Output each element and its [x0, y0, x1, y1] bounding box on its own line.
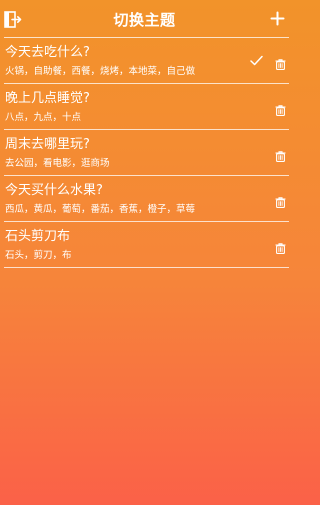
plus-icon [270, 11, 285, 26]
theme-row[interactable]: 周末去哪里玩? 去公园，看电影，逛商场 [0, 130, 289, 175]
theme-row[interactable]: 今天买什么水果? 西瓜，黄瓜，葡萄，番茄，香蕉，橙子，草莓 [0, 176, 289, 221]
delete-theme-button[interactable] [275, 147, 286, 162]
trash-icon [275, 59, 286, 70]
theme-title: 今天去吃什么? [5, 45, 90, 60]
theme-list: 今天去吃什么? 火锅，自助餐，西餐，烧烤，本地菜，自己做 晚上几点睡觉? 八点，… [0, 37, 289, 268]
theme-options: 八点，九点，十点 [5, 112, 82, 123]
theme-options: 石头，剪刀，布 [5, 250, 72, 261]
theme-title: 今天买什么水果? [5, 183, 103, 198]
trash-icon [275, 197, 286, 208]
trash-icon [275, 243, 286, 254]
theme-title: 晚上几点睡觉? [5, 91, 90, 106]
check-icon [250, 55, 263, 66]
theme-row[interactable]: 石头剪刀布 石头，剪刀，布 [0, 222, 289, 267]
delete-theme-button[interactable] [275, 193, 286, 208]
delete-theme-button[interactable] [275, 101, 286, 116]
theme-row[interactable]: 今天去吃什么? 火锅，自助餐，西餐，烧烤，本地菜，自己做 [0, 38, 289, 83]
trash-icon [275, 105, 286, 116]
add-theme-button[interactable] [270, 11, 285, 26]
delete-theme-button[interactable] [275, 55, 286, 70]
theme-options: 火锅，自助餐，西餐，烧烤，本地菜，自己做 [5, 66, 196, 77]
theme-options: 西瓜，黄瓜，葡萄，番茄，香蕉，橙子，草莓 [5, 204, 196, 215]
header-bar: 切换主题 [0, 0, 289, 38]
divider [4, 267, 289, 268]
delete-theme-button[interactable] [275, 239, 286, 254]
theme-title: 周末去哪里玩? [5, 137, 90, 152]
trash-icon [275, 151, 286, 162]
theme-options: 去公园，看电影，逛商场 [5, 158, 110, 169]
theme-row[interactable]: 晚上几点睡觉? 八点，九点，十点 [0, 84, 289, 129]
theme-title: 石头剪刀布 [5, 229, 71, 244]
page-title: 切换主题 [113, 11, 176, 29]
